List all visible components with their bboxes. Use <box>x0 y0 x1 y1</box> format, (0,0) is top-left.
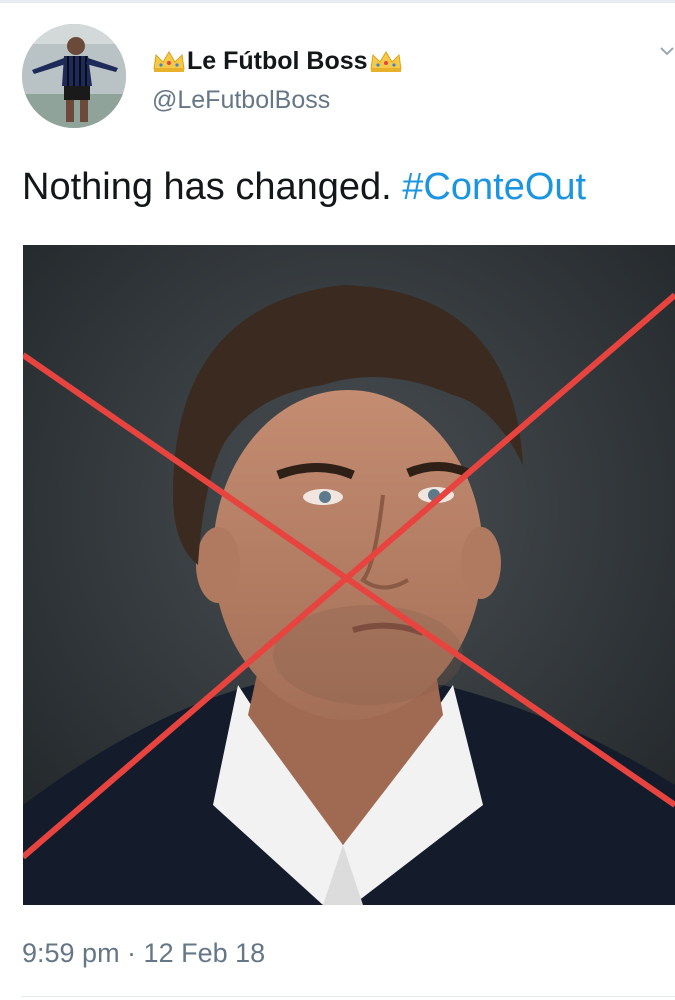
display-name: Le Fútbol Boss <box>187 46 368 75</box>
user-handle[interactable]: @LeFutbolBoss <box>152 86 330 115</box>
tweet-timestamp[interactable]: 9:59 pm · 12 Feb 18 <box>22 938 265 969</box>
hashtag-link[interactable]: #ConteOut <box>402 166 586 208</box>
chevron-down-icon[interactable] <box>660 44 674 58</box>
bottom-divider <box>22 996 675 997</box>
tweet-media-image[interactable] <box>23 245 675 905</box>
crown-icon <box>152 49 186 73</box>
crown-icon <box>369 49 403 73</box>
display-name-row[interactable]: Le Fútbol Boss <box>152 44 403 78</box>
avatar[interactable] <box>22 24 126 128</box>
tweet-text: Nothing has changed. #ConteOut <box>22 166 586 209</box>
tweet-body: Nothing has changed. <box>22 166 392 208</box>
top-divider <box>0 0 675 3</box>
